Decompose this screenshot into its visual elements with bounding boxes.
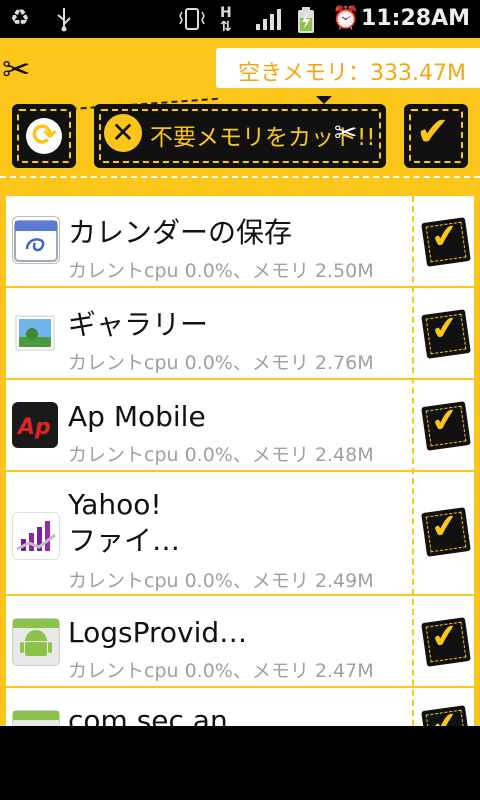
status-time: 11:28AM bbox=[361, 6, 470, 31]
android-icon bbox=[12, 618, 60, 666]
select-all-button[interactable]: ✔ bbox=[404, 104, 468, 168]
app-stats: カレントcpu 0.0%、メモリ 2.48M bbox=[68, 444, 374, 466]
hplus-data-icon: H ⇅ bbox=[220, 5, 232, 35]
app-name: LogsProvid… bbox=[68, 616, 248, 649]
scissors-decoration-icon: ✂ bbox=[2, 50, 31, 90]
app-checkbox[interactable]: ✔ bbox=[421, 215, 471, 267]
app-name: カレンダーの保存 bbox=[68, 216, 293, 249]
app-name: com.sec.an… bbox=[68, 704, 256, 726]
check-icon: ✔ bbox=[416, 109, 450, 155]
app-checkbox[interactable]: ✔ bbox=[421, 505, 471, 557]
app-name: Ap Mobile bbox=[68, 400, 206, 433]
calendar-icon bbox=[12, 216, 60, 264]
header-divider bbox=[0, 176, 480, 178]
process-list[interactable]: カレンダーの保存 カレントcpu 0.0%、メモリ 2.50M ✔ ギャラリー … bbox=[0, 190, 480, 726]
app-checkbox[interactable]: ✔ bbox=[421, 399, 471, 451]
header-panel: ✂ 空きメモリ：333.47M ⟳ ✕ 不要メモリをカット!! ✂ ✔ bbox=[0, 38, 480, 190]
list-item[interactable]: com.sec.an… ✔ bbox=[6, 688, 474, 726]
vibrate-icon bbox=[178, 6, 206, 39]
scissors-icon: ✂ bbox=[334, 116, 358, 149]
app-stats: カレントcpu 0.0%、メモリ 2.50M bbox=[68, 260, 374, 282]
refresh-button[interactable]: ⟳ bbox=[12, 104, 76, 168]
yahoo-finance-icon bbox=[12, 512, 60, 560]
app-stats: カレントcpu 0.0%、メモリ 2.47M bbox=[68, 660, 374, 682]
button-notch bbox=[316, 96, 332, 104]
list-item[interactable]: LogsProvid… カレントcpu 0.0%、メモリ 2.47M ✔ bbox=[6, 596, 474, 688]
free-memory-label: 空きメモリ：333.47M bbox=[238, 61, 466, 86]
status-bar: ♻ H ⇅ ⏰ 11:28AM bbox=[0, 0, 480, 38]
list-item[interactable]: Yahoo! ファイ… カレントcpu 0.0%、メモリ 2.49M ✔ bbox=[6, 472, 474, 596]
signal-icon bbox=[254, 6, 282, 39]
gallery-icon bbox=[12, 310, 58, 356]
list-item[interactable]: ギャラリー カレントcpu 0.0%、メモリ 2.76M ✔ bbox=[6, 288, 474, 380]
app-name: Yahoo! bbox=[68, 488, 162, 521]
refresh-icon: ⟳ bbox=[26, 118, 62, 154]
list-item[interactable]: カレンダーの保存 カレントcpu 0.0%、メモリ 2.50M ✔ bbox=[6, 196, 474, 288]
recycle-icon: ♻ bbox=[10, 6, 30, 31]
usb-icon bbox=[54, 6, 74, 39]
ap-mobile-icon: Ap bbox=[12, 402, 58, 448]
list-item[interactable]: Ap Ap Mobile カレントcpu 0.0%、メモリ 2.48M ✔ bbox=[6, 380, 474, 472]
app-stats: カレントcpu 0.0%、メモリ 2.76M bbox=[68, 352, 374, 374]
android-icon bbox=[12, 710, 60, 726]
cut-memory-button[interactable]: ✕ 不要メモリをカット!! ✂ bbox=[94, 104, 386, 168]
app-checkbox[interactable]: ✔ bbox=[421, 703, 471, 726]
close-circle-icon: ✕ bbox=[104, 114, 142, 152]
bottom-area bbox=[0, 726, 480, 800]
battery-charging-icon bbox=[296, 6, 316, 41]
app-name: ギャラリー bbox=[68, 308, 209, 341]
free-memory-box: 空きメモリ：333.47M bbox=[216, 48, 480, 88]
alarm-icon: ⏰ bbox=[332, 6, 360, 31]
app-checkbox[interactable]: ✔ bbox=[421, 615, 471, 667]
app-name-line2: ファイ… bbox=[68, 524, 181, 557]
app-stats: カレントcpu 0.0%、メモリ 2.49M bbox=[68, 570, 374, 592]
app-checkbox[interactable]: ✔ bbox=[421, 307, 471, 359]
svg-text:Ap: Ap bbox=[16, 415, 51, 440]
